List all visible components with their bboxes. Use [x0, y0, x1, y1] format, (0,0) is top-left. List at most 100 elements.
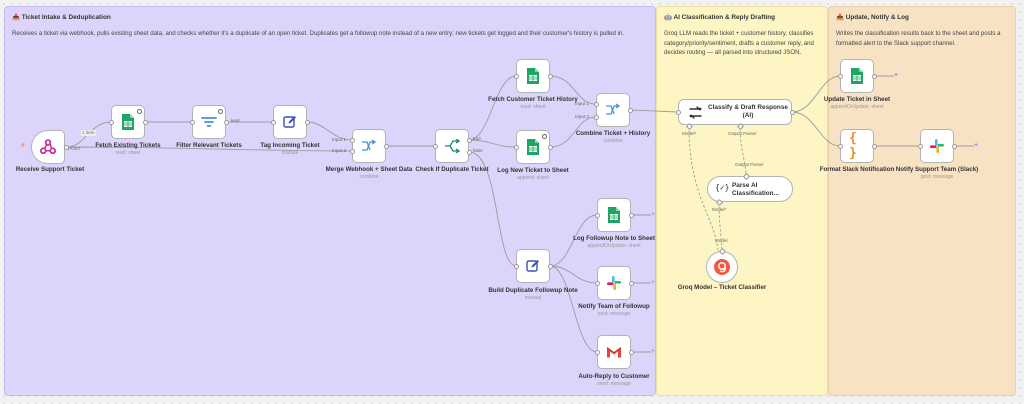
filter-input-port[interactable] [189, 119, 195, 125]
add-node-plus-icon[interactable]: + [651, 211, 655, 218]
group-desc-intake: Receives a ticket via webhook, pulls exi… [12, 30, 625, 37]
port-label-input-2: Input 2 [575, 114, 590, 119]
update-ticket-sheet-node[interactable] [840, 59, 874, 93]
logfollowup-output-port[interactable] [628, 212, 634, 218]
fetch-existing-output-port[interactable] [142, 119, 148, 125]
check-false-port[interactable] [466, 149, 472, 155]
filter-relevant-tickets-node[interactable] [192, 105, 226, 139]
group-ticket-intake: 📥 Ticket Intake & Deduplication Receives… [4, 6, 656, 396]
edit-icon [283, 115, 298, 130]
add-node-plus-icon[interactable]: + [894, 72, 898, 79]
merge-input-1-port[interactable] [349, 137, 355, 143]
update-input-port[interactable] [837, 73, 843, 79]
edit-icon [526, 259, 541, 274]
gmail-icon [606, 346, 622, 359]
build-duplicate-followup-node[interactable] [516, 249, 550, 283]
merge-webhook-sheet-node[interactable] [352, 129, 386, 163]
port-label-true: true [473, 136, 481, 141]
fetch-existing-tickets-node[interactable] [111, 105, 145, 139]
classify-output-port[interactable] [789, 109, 795, 115]
google-sheets-icon [850, 67, 864, 85]
build-duplicate-followup-label: Build Duplicate Followup Note manual [488, 287, 578, 301]
groq-model-node[interactable] [706, 251, 738, 283]
filter-icon [201, 116, 217, 128]
group-desc-ai: Groq LLM reads the ticket + customer his… [664, 30, 814, 56]
group-desc-notify: Writes the classification results back t… [836, 30, 1001, 47]
group-title-ai: 🤖 AI Classification & Reply Drafting [664, 14, 776, 21]
classify-draft-label: Classify & Draft Response (AI) [708, 104, 788, 119]
notify-support-team-label: Notify Support Team (Slack) post: message [895, 166, 979, 180]
autoreply-output-port[interactable] [628, 349, 634, 355]
combine-ticket-history-node[interactable] [596, 93, 630, 127]
group-title-intake: 📥 Ticket Intake & Deduplication [12, 14, 111, 21]
tag-input-port[interactable] [270, 119, 276, 125]
port-label-model-parser: Model* [712, 207, 727, 212]
groq-model-label: Groq Model – Ticket Classifier [677, 284, 767, 291]
tag-incoming-ticket-node[interactable] [273, 105, 307, 139]
if-branch-icon [444, 139, 460, 153]
google-sheets-icon [526, 138, 540, 156]
filter-output-port[interactable] [223, 119, 229, 125]
autoreply-input-port[interactable] [594, 349, 600, 355]
tag-incoming-ticket-label: Tag Incoming Ticket manual [260, 142, 320, 156]
classify-draft-agent-node[interactable]: Classify & Draft Response (AI) [678, 99, 792, 125]
merge-output-port[interactable] [383, 143, 389, 149]
notify-support-team-node[interactable] [920, 129, 954, 163]
builddup-input-port[interactable] [513, 263, 519, 269]
combine-input-1-port[interactable] [593, 101, 599, 107]
combine-output-port[interactable] [627, 107, 633, 113]
parse-ai-classification-node[interactable]: {✓} Parse AI Classification... [707, 176, 793, 202]
log-new-ticket-node[interactable] [516, 130, 550, 164]
port-label-input-1: Input 1 [332, 137, 347, 142]
log-followup-note-node[interactable] [597, 198, 631, 232]
history-input-port[interactable] [513, 73, 519, 79]
fetch-existing-input-port[interactable] [108, 119, 114, 125]
check-duplicate-node[interactable] [435, 129, 469, 163]
classify-input-port[interactable] [675, 109, 681, 115]
port-label-output-parser: Output Parser [728, 131, 757, 136]
receive-support-ticket-node[interactable] [31, 130, 65, 164]
notifyfollowup-output-port[interactable] [628, 280, 634, 286]
merge-icon [605, 103, 621, 117]
notify-team-followup-node[interactable] [597, 266, 631, 300]
receive-output-port[interactable] [64, 144, 69, 150]
google-sheets-icon [526, 67, 540, 85]
google-sheets-icon [121, 113, 135, 131]
add-node-plus-icon[interactable]: + [974, 142, 978, 149]
tag-output-port[interactable] [304, 119, 310, 125]
fetch-customer-history-label: Fetch Customer Ticket History read: sheet [488, 96, 578, 110]
add-node-plus-icon[interactable]: + [651, 348, 655, 355]
merge-input-2-port[interactable] [349, 148, 355, 154]
port-label-false: false [473, 148, 483, 153]
format-output-port[interactable] [871, 143, 877, 149]
builddup-output-port[interactable] [547, 263, 553, 269]
ai-agent-icon [688, 105, 703, 125]
add-node-plus-icon[interactable]: + [651, 279, 655, 286]
code-braces-icon: { } [849, 131, 857, 161]
parse-ai-label: Parse AI Classification... [732, 182, 779, 197]
webhook-icon [39, 138, 57, 156]
notifysupport-output-port[interactable] [951, 143, 957, 149]
lognew-output-port[interactable] [547, 144, 553, 150]
lognew-input-port[interactable] [513, 144, 519, 150]
port-label-input-2: Input 2 [332, 148, 347, 153]
groq-logo-icon [713, 258, 731, 276]
group-title-notify: 📤 Update, Notify & Log [836, 14, 909, 21]
check-true-port[interactable] [466, 137, 472, 143]
combine-input-2-port[interactable] [593, 114, 599, 120]
format-input-port[interactable] [837, 143, 843, 149]
items-count-label: 1 item [81, 130, 96, 136]
format-slack-notification-node[interactable]: { } [840, 129, 874, 163]
auto-reply-customer-node[interactable] [597, 335, 631, 369]
notifysupport-input-port[interactable] [917, 143, 923, 149]
check-input-port[interactable] [432, 143, 438, 149]
merge-icon [361, 139, 377, 153]
slack-icon [929, 138, 945, 154]
trigger-bolt-icon: ⚡ [20, 141, 26, 150]
logfollowup-input-port[interactable] [594, 212, 600, 218]
notifyfollowup-input-port[interactable] [594, 280, 600, 286]
history-output-port[interactable] [547, 73, 553, 79]
port-label-input-1: Input 1 [575, 101, 590, 106]
update-output-port[interactable] [871, 73, 877, 79]
fetch-customer-history-node[interactable] [516, 59, 550, 93]
